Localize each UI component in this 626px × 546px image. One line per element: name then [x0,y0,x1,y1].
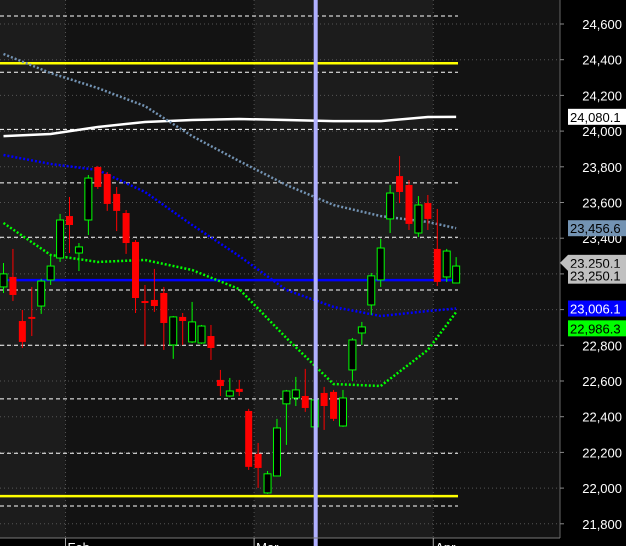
candle-body [367,275,376,306]
candle-body [291,389,300,399]
price-label: 23,250.1 [568,267,626,284]
axis-tick-label: 24,400 [582,53,622,68]
axis-tick-label: 24,600 [582,17,622,32]
background-band [0,0,66,538]
crosshair-line [313,0,318,546]
candle-body [0,273,8,288]
candle-body [94,166,102,187]
candle-body [263,473,272,494]
price-label-text: 23,456.6 [570,221,621,236]
price-label-text: 22,986.3 [570,321,621,336]
price-label-text: 23,006.1 [570,302,621,317]
axis-tick-label: 22,800 [582,338,622,353]
axis-tick-label: 23,600 [582,196,622,211]
candle-body [9,276,17,295]
candle [56,213,65,262]
axis-tick-label: 24,000 [582,124,622,139]
candle-body [84,177,93,221]
candle-body [245,410,253,467]
price-label: 24,080.1 [568,108,626,125]
plot-background [0,0,626,546]
candle-body [254,453,262,468]
candle-body [376,247,385,281]
candle-body [179,316,187,322]
axis-tick-label: 22,200 [582,445,622,460]
candle-body [386,192,395,220]
candle-body [452,265,461,284]
candle-body [301,395,309,408]
axis-tick-label: 22,600 [582,374,622,389]
axis-tick-label: 24,200 [582,88,622,103]
axis-tick-label: 21,800 [582,517,622,532]
candle-body [66,216,74,225]
candle-body [405,185,413,224]
price-label: 22,986.3 [568,320,626,337]
candlestick-chart[interactable]: 24,600 24,400 24,200 24,000 23,800 23,600 23,4… [0,0,626,546]
candle-body [197,325,206,344]
candle-body [103,173,111,204]
candle [245,408,253,470]
candle-body [396,176,404,192]
candle [263,470,272,494]
candle-body [272,427,281,477]
candle-body [150,299,158,307]
background-band [254,0,434,538]
month-label: Mar [256,540,279,546]
candle-body [357,326,366,334]
price-label: 23,006.1 [568,300,626,317]
month-label: Apr [435,540,456,546]
candle [94,165,102,189]
candle-body [160,292,168,323]
candle-body [282,390,291,405]
candle-body [28,316,36,319]
candle-body [414,204,423,234]
candle-body [338,397,347,427]
price-label: 23,456.6 [568,220,626,237]
candle-body [132,241,140,298]
candle-body [141,301,149,303]
candle-body [122,213,130,244]
candle [442,248,451,282]
candle-body [424,203,432,219]
price-label-text: 24,080.1 [570,110,621,125]
candle [330,389,338,421]
candle-body [348,339,357,371]
crosshair-vertical [313,0,318,546]
axis-tick-label: 22,400 [582,410,622,425]
candle-body [320,392,328,406]
candle-body [433,248,441,282]
axis-tick-label: 22,000 [582,481,622,496]
candle [405,180,413,230]
candle-body [113,193,121,211]
candle-body [46,265,55,281]
candle-body [216,379,224,386]
candle-body [207,336,215,348]
price-label-text: 23,250.1 [570,269,621,284]
axis-tick-label: 23,800 [582,160,622,175]
background-band [65,0,255,538]
candle [197,324,206,344]
candle-body [18,321,26,342]
month-label: Feb [68,540,90,546]
candle-body [330,391,338,419]
candle-body [74,246,83,254]
candle-body [225,390,234,397]
candle-body [169,316,178,346]
candle-body [442,250,451,278]
candle-body [188,321,197,343]
candle-body [235,388,243,392]
candle-body [56,219,65,259]
candle-body [37,280,46,307]
